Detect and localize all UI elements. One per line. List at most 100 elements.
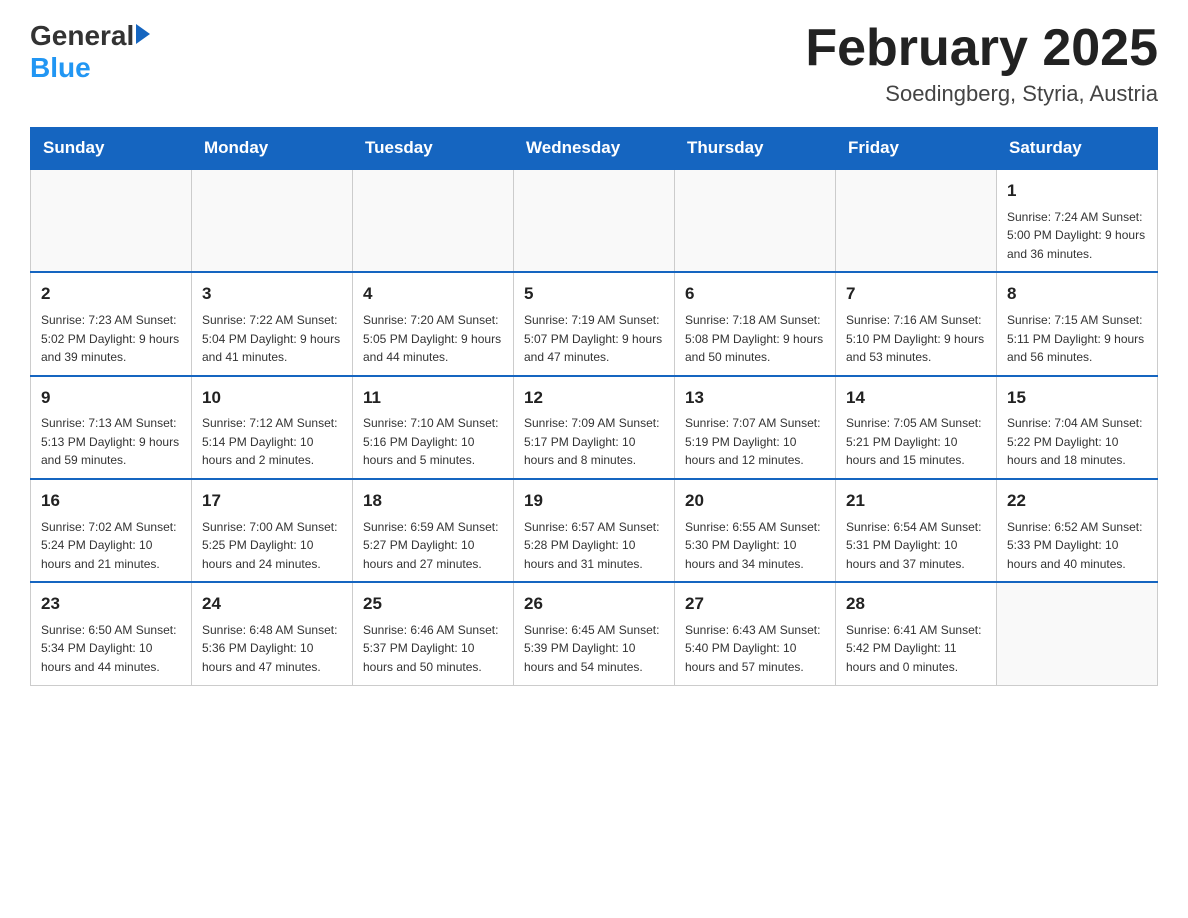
- day-number: 2: [41, 281, 181, 307]
- day-info: Sunrise: 6:48 AM Sunset: 5:36 PM Dayligh…: [202, 621, 342, 677]
- day-info: Sunrise: 6:46 AM Sunset: 5:37 PM Dayligh…: [363, 621, 503, 677]
- day-number: 28: [846, 591, 986, 617]
- day-info: Sunrise: 7:16 AM Sunset: 5:10 PM Dayligh…: [846, 311, 986, 367]
- calendar-cell: [836, 169, 997, 272]
- day-number: 26: [524, 591, 664, 617]
- calendar-cell: [353, 169, 514, 272]
- calendar-cell: 2 Sunrise: 7:23 AM Sunset: 5:02 PM Daylig…: [31, 272, 192, 375]
- calendar-cell: 24 Sunrise: 6:48 AM Sunset: 5:36 PM Dayli…: [192, 582, 353, 685]
- month-title: February 2025: [805, 20, 1158, 77]
- day-number: 6: [685, 281, 825, 307]
- day-number: 8: [1007, 281, 1147, 307]
- day-number: 17: [202, 488, 342, 514]
- day-info: Sunrise: 7:05 AM Sunset: 5:21 PM Dayligh…: [846, 414, 986, 470]
- day-number: 1: [1007, 178, 1147, 204]
- day-number: 21: [846, 488, 986, 514]
- day-number: 12: [524, 385, 664, 411]
- calendar-week-5: 23Sunrise: 6:50 AM Sunset: 5:34 PM Dayli…: [31, 582, 1158, 685]
- day-info: Sunrise: 6:43 AM Sunset: 5:40 PM Dayligh…: [685, 621, 825, 677]
- calendar-cell: 16 Sunrise: 7:02 AM Sunset: 5:24 PM Dayli…: [31, 479, 192, 582]
- calendar-cell: 23Sunrise: 6:50 AM Sunset: 5:34 PM Dayli…: [31, 582, 192, 685]
- day-info: Sunrise: 7:24 AM Sunset: 5:00 PM Dayligh…: [1007, 208, 1147, 264]
- calendar-week-3: 9 Sunrise: 7:13 AM Sunset: 5:13 PM Daylig…: [31, 376, 1158, 479]
- day-info: Sunrise: 7:20 AM Sunset: 5:05 PM Dayligh…: [363, 311, 503, 367]
- calendar-week-1: 1 Sunrise: 7:24 AM Sunset: 5:00 PM Daylig…: [31, 169, 1158, 272]
- calendar-cell: 5Sunrise: 7:19 AM Sunset: 5:07 PM Daylig…: [514, 272, 675, 375]
- calendar-cell: [997, 582, 1158, 685]
- weekday-header-tuesday: Tuesday: [353, 128, 514, 170]
- logo: General Blue: [30, 20, 150, 84]
- calendar-cell: 20Sunrise: 6:55 AM Sunset: 5:30 PM Dayli…: [675, 479, 836, 582]
- day-info: Sunrise: 7:04 AM Sunset: 5:22 PM Dayligh…: [1007, 414, 1147, 470]
- day-info: Sunrise: 6:55 AM Sunset: 5:30 PM Dayligh…: [685, 518, 825, 574]
- calendar-cell: [514, 169, 675, 272]
- day-info: Sunrise: 7:19 AM Sunset: 5:07 PM Dayligh…: [524, 311, 664, 367]
- day-number: 7: [846, 281, 986, 307]
- day-number: 16: [41, 488, 181, 514]
- day-number: 3: [202, 281, 342, 307]
- day-info: Sunrise: 7:12 AM Sunset: 5:14 PM Dayligh…: [202, 414, 342, 470]
- day-info: Sunrise: 7:02 AM Sunset: 5:24 PM Dayligh…: [41, 518, 181, 574]
- day-info: Sunrise: 7:09 AM Sunset: 5:17 PM Dayligh…: [524, 414, 664, 470]
- day-number: 9: [41, 385, 181, 411]
- day-info: Sunrise: 6:45 AM Sunset: 5:39 PM Dayligh…: [524, 621, 664, 677]
- day-info: Sunrise: 6:52 AM Sunset: 5:33 PM Dayligh…: [1007, 518, 1147, 574]
- calendar-cell: 14 Sunrise: 7:05 AM Sunset: 5:21 PM Dayli…: [836, 376, 997, 479]
- calendar-cell: 1 Sunrise: 7:24 AM Sunset: 5:00 PM Daylig…: [997, 169, 1158, 272]
- page-header: General Blue February 2025 Soedingberg, …: [30, 20, 1158, 107]
- day-number: 14: [846, 385, 986, 411]
- calendar-cell: 8Sunrise: 7:15 AM Sunset: 5:11 PM Daylig…: [997, 272, 1158, 375]
- calendar-cell: 18 Sunrise: 6:59 AM Sunset: 5:27 PM Dayli…: [353, 479, 514, 582]
- day-info: Sunrise: 7:13 AM Sunset: 5:13 PM Dayligh…: [41, 414, 181, 470]
- calendar-cell: 19 Sunrise: 6:57 AM Sunset: 5:28 PM Dayli…: [514, 479, 675, 582]
- calendar-cell: 22 Sunrise: 6:52 AM Sunset: 5:33 PM Dayli…: [997, 479, 1158, 582]
- day-info: Sunrise: 7:07 AM Sunset: 5:19 PM Dayligh…: [685, 414, 825, 470]
- weekday-header-thursday: Thursday: [675, 128, 836, 170]
- logo-general: General: [30, 20, 134, 52]
- weekday-header-saturday: Saturday: [997, 128, 1158, 170]
- calendar-cell: 7 Sunrise: 7:16 AM Sunset: 5:10 PM Daylig…: [836, 272, 997, 375]
- calendar-cell: 13 Sunrise: 7:07 AM Sunset: 5:19 PM Dayli…: [675, 376, 836, 479]
- weekday-header-sunday: Sunday: [31, 128, 192, 170]
- calendar-header-row: SundayMondayTuesdayWednesdayThursdayFrid…: [31, 128, 1158, 170]
- day-number: 15: [1007, 385, 1147, 411]
- day-info: Sunrise: 7:23 AM Sunset: 5:02 PM Dayligh…: [41, 311, 181, 367]
- day-info: Sunrise: 6:59 AM Sunset: 5:27 PM Dayligh…: [363, 518, 503, 574]
- day-info: Sunrise: 6:57 AM Sunset: 5:28 PM Dayligh…: [524, 518, 664, 574]
- day-number: 11: [363, 385, 503, 411]
- calendar-cell: 12 Sunrise: 7:09 AM Sunset: 5:17 PM Dayli…: [514, 376, 675, 479]
- calendar-week-4: 16 Sunrise: 7:02 AM Sunset: 5:24 PM Dayli…: [31, 479, 1158, 582]
- calendar-cell: 6 Sunrise: 7:18 AM Sunset: 5:08 PM Daylig…: [675, 272, 836, 375]
- day-number: 22: [1007, 488, 1147, 514]
- day-info: Sunrise: 7:00 AM Sunset: 5:25 PM Dayligh…: [202, 518, 342, 574]
- calendar-cell: 28 Sunrise: 6:41 AM Sunset: 5:42 PM Dayli…: [836, 582, 997, 685]
- calendar-cell: [192, 169, 353, 272]
- calendar-week-2: 2 Sunrise: 7:23 AM Sunset: 5:02 PM Daylig…: [31, 272, 1158, 375]
- calendar-cell: 4 Sunrise: 7:20 AM Sunset: 5:05 PM Daylig…: [353, 272, 514, 375]
- day-info: Sunrise: 7:10 AM Sunset: 5:16 PM Dayligh…: [363, 414, 503, 470]
- day-number: 24: [202, 591, 342, 617]
- day-number: 4: [363, 281, 503, 307]
- calendar-cell: 21Sunrise: 6:54 AM Sunset: 5:31 PM Dayli…: [836, 479, 997, 582]
- day-number: 18: [363, 488, 503, 514]
- day-number: 23: [41, 591, 181, 617]
- calendar-cell: 27 Sunrise: 6:43 AM Sunset: 5:40 PM Dayli…: [675, 582, 836, 685]
- calendar-table: SundayMondayTuesdayWednesdayThursdayFrid…: [30, 127, 1158, 685]
- day-info: Sunrise: 7:22 AM Sunset: 5:04 PM Dayligh…: [202, 311, 342, 367]
- calendar-cell: 10Sunrise: 7:12 AM Sunset: 5:14 PM Dayli…: [192, 376, 353, 479]
- calendar-cell: 11 Sunrise: 7:10 AM Sunset: 5:16 PM Dayli…: [353, 376, 514, 479]
- day-number: 27: [685, 591, 825, 617]
- title-section: February 2025 Soedingberg, Styria, Austr…: [805, 20, 1158, 107]
- calendar-cell: 9 Sunrise: 7:13 AM Sunset: 5:13 PM Daylig…: [31, 376, 192, 479]
- day-info: Sunrise: 6:41 AM Sunset: 5:42 PM Dayligh…: [846, 621, 986, 677]
- weekday-header-friday: Friday: [836, 128, 997, 170]
- weekday-header-wednesday: Wednesday: [514, 128, 675, 170]
- calendar-cell: 26 Sunrise: 6:45 AM Sunset: 5:39 PM Dayli…: [514, 582, 675, 685]
- day-number: 25: [363, 591, 503, 617]
- calendar-cell: [675, 169, 836, 272]
- calendar-cell: [31, 169, 192, 272]
- calendar-cell: 25 Sunrise: 6:46 AM Sunset: 5:37 PM Dayli…: [353, 582, 514, 685]
- day-number: 13: [685, 385, 825, 411]
- day-number: 19: [524, 488, 664, 514]
- day-info: Sunrise: 7:18 AM Sunset: 5:08 PM Dayligh…: [685, 311, 825, 367]
